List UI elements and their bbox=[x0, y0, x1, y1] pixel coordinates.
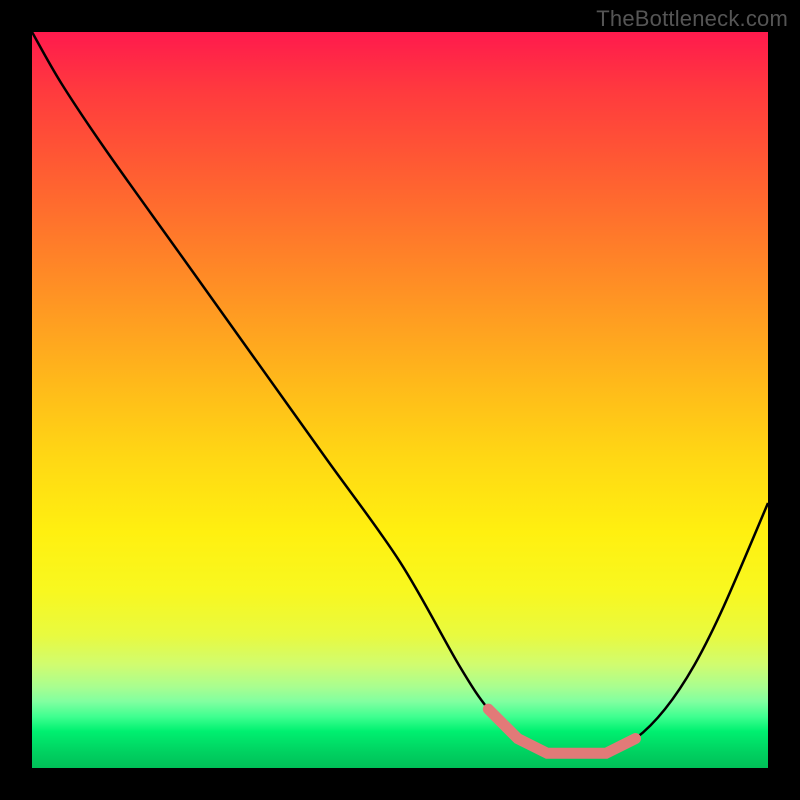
chart-frame bbox=[32, 32, 768, 768]
optimal-range-highlight bbox=[488, 709, 635, 753]
chart-svg bbox=[32, 32, 768, 768]
bottleneck-curve-path bbox=[32, 32, 768, 754]
watermark-text: TheBottleneck.com bbox=[596, 6, 788, 32]
